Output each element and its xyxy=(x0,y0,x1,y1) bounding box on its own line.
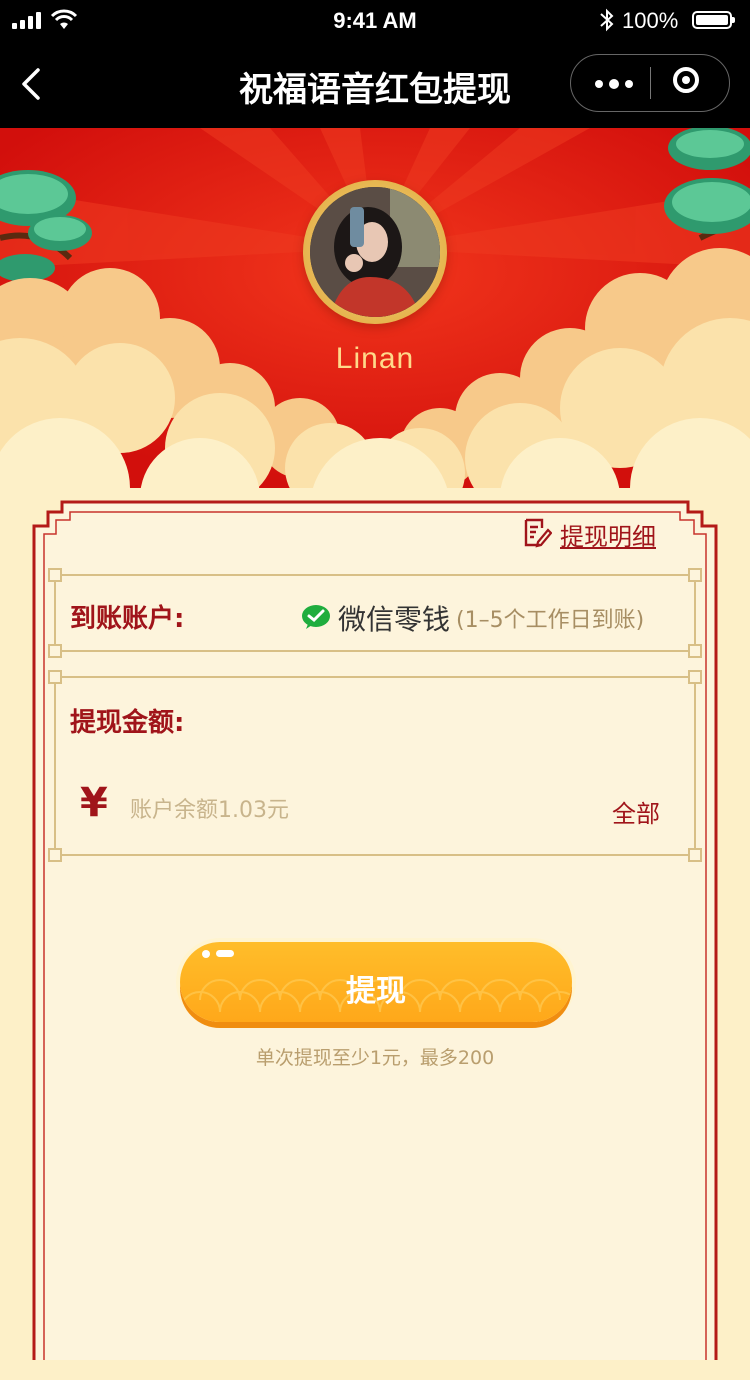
username: Linan xyxy=(335,342,415,375)
bluetooth-icon xyxy=(600,8,614,32)
top-bar: 9:41 AM 100% 祝福语音红包提现 xyxy=(0,0,750,128)
account-name: 微信零钱 xyxy=(338,603,451,636)
amount-label: 提现金额: xyxy=(70,708,185,738)
account-label: 到账账户: xyxy=(70,604,185,634)
avatar-photo xyxy=(310,187,440,317)
more-dot-icon xyxy=(625,80,633,88)
hero-banner: Linan xyxy=(0,128,750,488)
more-button[interactable] xyxy=(571,55,651,111)
more-dot-icon xyxy=(609,79,619,89)
battery-percent: 100% xyxy=(622,8,679,33)
amount-input[interactable] xyxy=(130,790,530,830)
withdraw-limit-hint: 单次提现至少1元，最多200 xyxy=(255,1047,495,1069)
wechat-pay-icon xyxy=(302,605,330,629)
avatar xyxy=(303,180,447,324)
withdraw-button[interactable]: 提现 xyxy=(176,940,576,1028)
withdraw-detail-label: 提现明细 xyxy=(560,523,656,551)
withdraw-all-button[interactable]: 全部 xyxy=(612,794,660,829)
battery-icon xyxy=(692,11,735,29)
mini-program-capsule xyxy=(570,54,730,112)
close-button[interactable] xyxy=(651,55,729,111)
currency-symbol: ¥ xyxy=(80,780,108,826)
document-edit-icon xyxy=(524,518,552,548)
more-dot-icon xyxy=(595,80,603,88)
account-row: 到账账户: 微信零钱 (1–5个工作日到账) xyxy=(48,568,702,658)
status-bar: 9:41 AM 100% xyxy=(0,0,750,40)
amount-section: 提现金额: ¥ 全部 xyxy=(48,670,702,862)
close-target-icon xyxy=(673,67,699,93)
withdraw-button-label: 提现 xyxy=(346,974,406,1009)
arrival-time: (1–5个工作日到账) xyxy=(456,608,645,633)
